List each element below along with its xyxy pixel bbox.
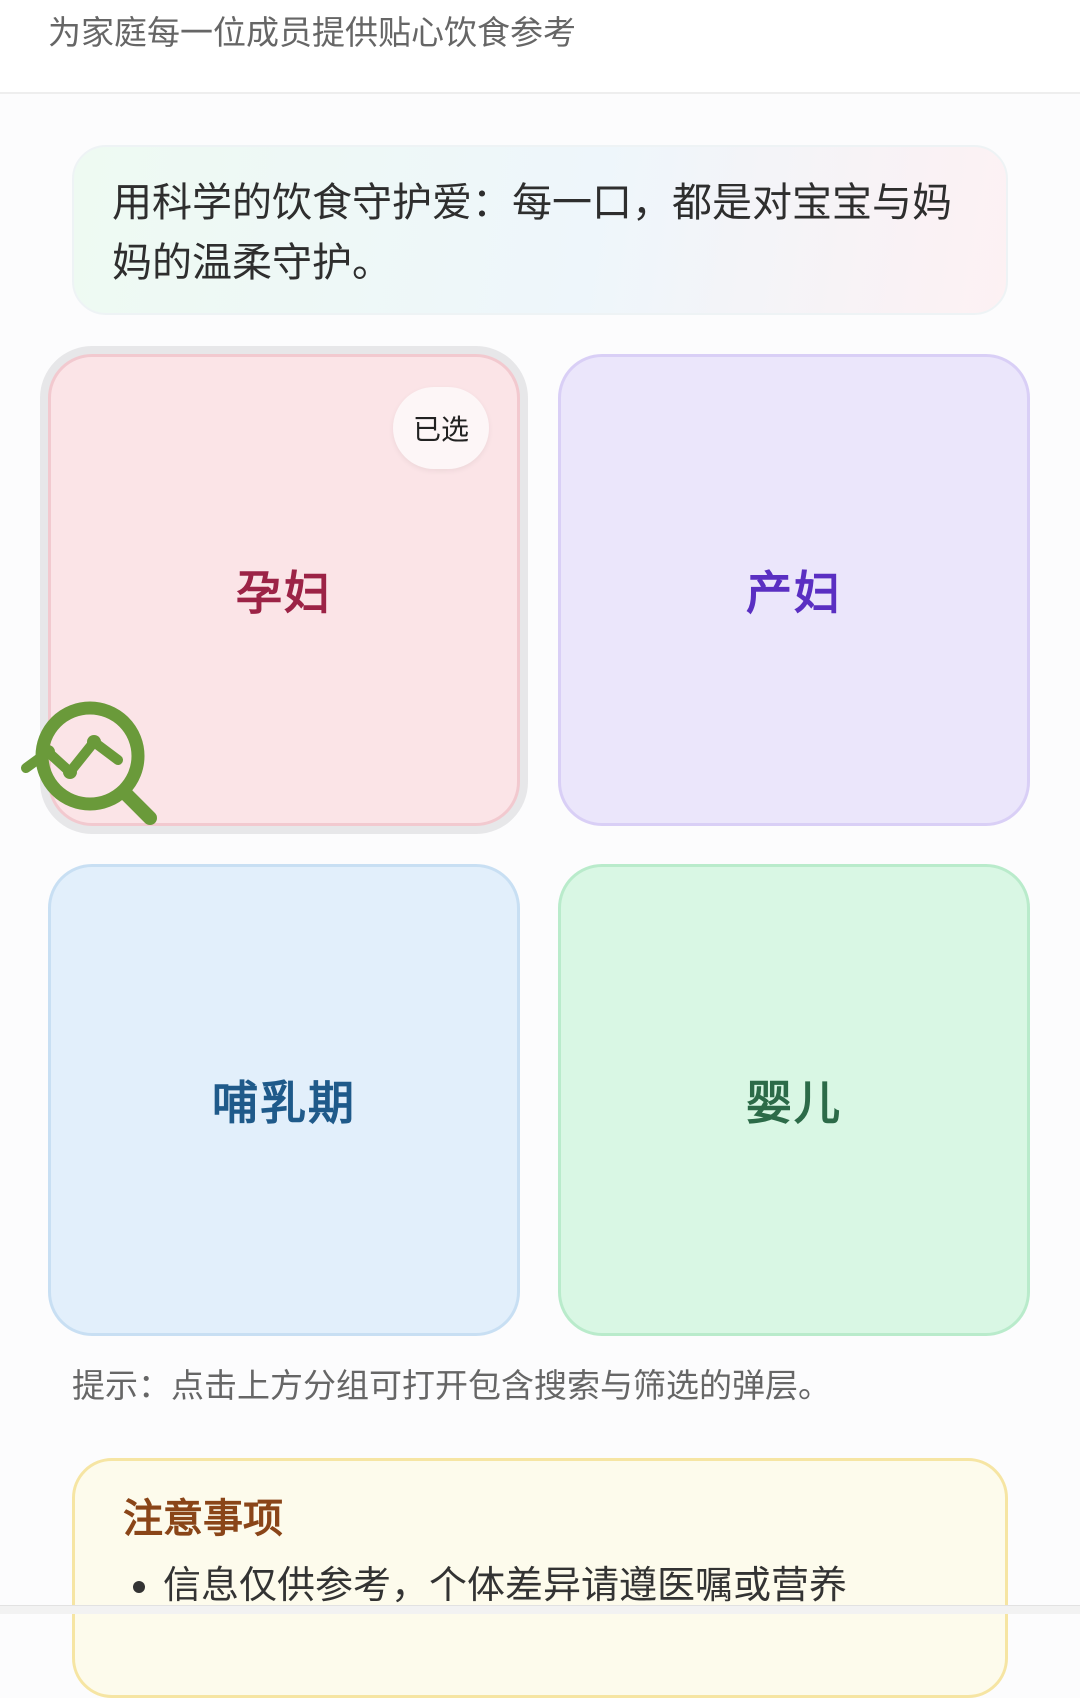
selected-badge: 已选 xyxy=(393,387,489,469)
notice-title: 注意事项 xyxy=(123,1496,283,1542)
group-card-label: 婴儿 xyxy=(746,1076,842,1130)
trend-search-icon[interactable] xyxy=(18,700,160,832)
page-subtitle: 为家庭每一位成员提供贴心饮食参考 xyxy=(48,13,576,52)
header: 为家庭每一位成员提供贴心饮食参考 xyxy=(0,0,1080,94)
group-card-label: 孕妇 xyxy=(236,566,332,620)
group-card-postpartum[interactable]: 产妇 xyxy=(558,354,1030,826)
slogan-text: 用科学的饮食守护爱：每一口，都是对宝宝与妈妈的温柔守护。 xyxy=(112,180,952,286)
notice-panel: 注意事项 信息仅供参考，个体差异请遵医嘱或营养 xyxy=(72,1458,1008,1698)
group-card-label: 哺乳期 xyxy=(212,1076,356,1130)
group-card-label: 产妇 xyxy=(746,566,842,620)
group-card-infant[interactable]: 婴儿 xyxy=(558,864,1030,1336)
slogan-banner: 用科学的饮食守护爱：每一口，都是对宝宝与妈妈的温柔守护。 xyxy=(72,145,1008,315)
group-card-lactation[interactable]: 哺乳期 xyxy=(48,864,520,1336)
tip-text: 提示：点击上方分组可打开包含搜索与筛选的弹层。 xyxy=(72,1366,831,1405)
